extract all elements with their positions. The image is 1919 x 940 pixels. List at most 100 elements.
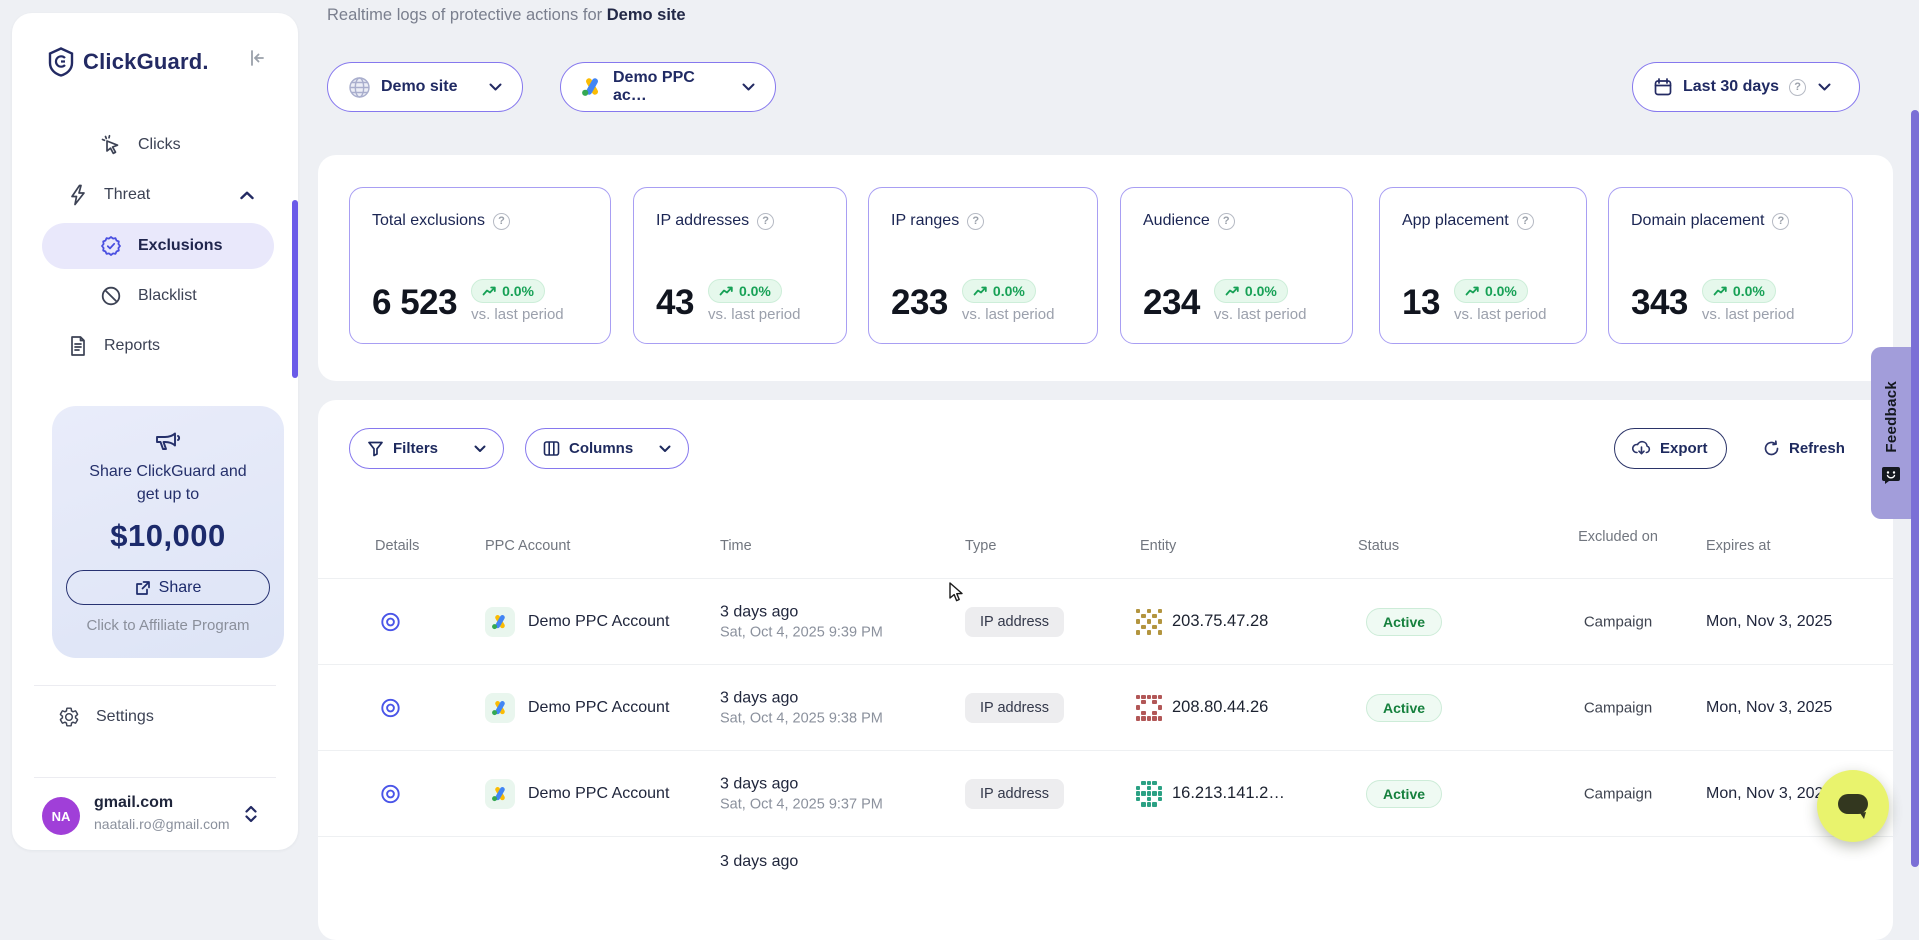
filters-button[interactable]: Filters	[349, 428, 504, 469]
trend-value: 0.0%	[1733, 283, 1765, 299]
type-badge: IP address	[965, 693, 1064, 723]
page-scrollbar[interactable]	[1911, 110, 1919, 867]
chevron-down-icon	[659, 445, 671, 453]
status-badge: Active	[1366, 694, 1442, 722]
relative-time: 3 days ago	[720, 775, 883, 793]
refresh-button[interactable]: Refresh	[1746, 428, 1861, 469]
help-icon: ?	[1789, 79, 1806, 96]
entity-cell: 208.80.44.26	[1136, 695, 1268, 721]
stat-label: Domain placement	[1631, 212, 1764, 230]
view-details-button[interactable]	[368, 696, 412, 719]
feedback-tab[interactable]: Feedback	[1871, 347, 1911, 519]
type-cell: IP address	[965, 607, 1064, 637]
column-header-ppc-account: PPC Account	[485, 538, 570, 554]
sidebar-item-blacklist[interactable]: Blacklist	[12, 276, 298, 316]
column-header-time: Time	[720, 538, 752, 554]
expires-at-cell: Mon, Nov 3, 2025	[1706, 699, 1832, 717]
stat-card-app-placement[interactable]: App placement? 13 0.0% vs. last period	[1379, 187, 1587, 344]
sidebar-collapse-icon[interactable]	[246, 47, 268, 69]
trend-value: 0.0%	[739, 283, 771, 299]
stat-value: 6 523	[372, 283, 457, 323]
funnel-icon	[367, 440, 384, 457]
export-button[interactable]: Export	[1614, 428, 1727, 469]
cloud-download-icon	[1632, 440, 1651, 457]
ip-identicon	[1136, 781, 1162, 807]
chevron-up-icon	[240, 191, 254, 200]
stat-value: 343	[1631, 283, 1688, 323]
share-button-label: Share	[159, 579, 202, 597]
entity-cell: 203.75.47.28	[1136, 609, 1268, 635]
trend-value: 0.0%	[502, 283, 534, 299]
eye-icon	[379, 782, 402, 805]
stat-card-total-exclusions[interactable]: Total exclusions? 6 523 0.0% vs. last pe…	[349, 187, 611, 344]
status-badge: Active	[1366, 608, 1442, 636]
exclusions-badge-check-icon	[100, 235, 122, 257]
sidebar-item-label: Reports	[104, 337, 160, 355]
sidebar-item-settings[interactable]: Settings	[12, 697, 298, 737]
columns-icon	[543, 440, 560, 457]
status-cell: Active	[1366, 780, 1442, 808]
trend-caption: vs. last period	[708, 306, 801, 323]
relative-time: 3 days ago	[720, 603, 883, 621]
type-badge: IP address	[965, 607, 1064, 637]
excluded-on-cell: Campaign	[1573, 785, 1663, 802]
site-selector-dropdown[interactable]: Demo site	[327, 62, 523, 112]
user-email: naatali.ro@gmail.com	[94, 816, 230, 832]
time-cell: 3 days ago Sat, Oct 4, 2025 9:39 PM	[720, 603, 883, 640]
entity-value: 203.75.47.28	[1172, 612, 1268, 631]
affiliate-promo-card[interactable]: Share ClickGuard and get up to $10,000 S…	[52, 406, 284, 658]
view-details-button[interactable]	[368, 610, 412, 633]
stat-label: App placement	[1402, 212, 1509, 230]
table-row: Demo PPC Account 3 days ago Sat, Oct 4, …	[318, 750, 1893, 836]
chevron-down-icon	[489, 83, 502, 91]
account-name: Demo PPC Account	[528, 613, 669, 631]
stat-label: IP addresses	[656, 212, 749, 230]
trend-caption: vs. last period	[1454, 306, 1547, 323]
help-icon: ?	[493, 213, 510, 230]
status-badge: Active	[1366, 780, 1442, 808]
refresh-button-label: Refresh	[1789, 440, 1845, 457]
stat-card-ip-addresses[interactable]: IP addresses? 43 0.0% vs. last period	[633, 187, 847, 344]
stats-panel: Total exclusions? 6 523 0.0% vs. last pe…	[318, 155, 1893, 381]
entity-value: 208.80.44.26	[1172, 698, 1268, 717]
trend-caption: vs. last period	[1702, 306, 1795, 323]
sidebar-item-label: Blacklist	[138, 287, 197, 305]
view-details-button[interactable]	[368, 782, 412, 805]
help-icon: ?	[1517, 213, 1534, 230]
unfold-chevrons-icon	[244, 804, 258, 824]
column-header-entity: Entity	[1140, 538, 1176, 554]
sidebar-item-exclusions[interactable]: Exclusions	[12, 223, 298, 269]
ppc-account-cell: Demo PPC Account	[485, 693, 669, 723]
stat-label: IP ranges	[891, 212, 959, 230]
relative-time: 3 days ago	[720, 689, 883, 707]
stat-card-audience[interactable]: Audience? 234 0.0% vs. last period	[1120, 187, 1353, 344]
expires-at-cell: Mon, Nov 3, 2025	[1706, 613, 1832, 631]
promo-text-line2: get up to	[52, 483, 284, 506]
chat-launcher-button[interactable]	[1817, 770, 1889, 842]
google-ads-icon	[485, 693, 515, 723]
clickguard-logo-icon	[48, 47, 74, 77]
export-button-label: Export	[1660, 440, 1708, 457]
share-button[interactable]: Share	[66, 570, 270, 605]
help-icon: ?	[1772, 213, 1789, 230]
sidebar-item-threat[interactable]: Threat	[12, 175, 298, 215]
trend-value: 0.0%	[1485, 283, 1517, 299]
sidebar-scrollbar[interactable]	[292, 200, 298, 378]
google-ads-icon	[581, 77, 603, 97]
stat-card-domain-placement[interactable]: Domain placement? 343 0.0% vs. last peri…	[1608, 187, 1853, 344]
date-range-dropdown[interactable]: Last 30 days ?	[1632, 62, 1860, 112]
ppc-account-selector-dropdown[interactable]: Demo PPC ac…	[560, 62, 776, 112]
sidebar-item-reports[interactable]: Reports	[12, 326, 298, 366]
columns-button[interactable]: Columns	[525, 428, 689, 469]
user-account-menu[interactable]: NA gmail.com naatali.ro@gmail.com	[12, 791, 298, 853]
user-name: gmail.com	[94, 794, 173, 812]
sidebar-item-clicks[interactable]: Clicks	[12, 125, 298, 165]
ppc-account-cell: Demo PPC Account	[485, 607, 669, 637]
type-cell: IP address	[965, 779, 1064, 809]
account-name: Demo PPC Account	[528, 699, 669, 717]
reports-document-icon	[68, 335, 88, 357]
google-ads-icon	[485, 779, 515, 809]
calendar-icon	[1653, 77, 1673, 97]
affiliate-link-text[interactable]: Click to Affiliate Program	[52, 617, 284, 634]
stat-card-ip-ranges[interactable]: IP ranges? 233 0.0% vs. last period	[868, 187, 1098, 344]
